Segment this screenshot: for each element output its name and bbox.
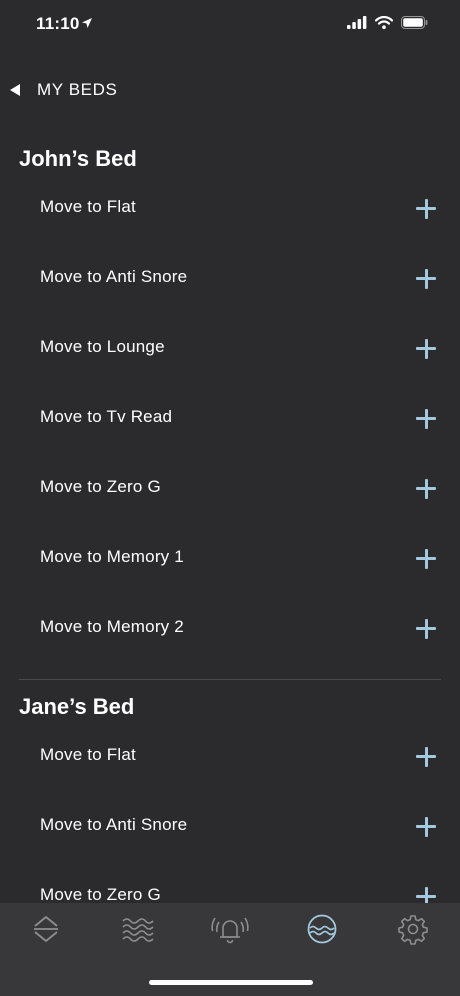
list-item[interactable]: Move to Anti Snore bbox=[0, 815, 460, 886]
list-item[interactable]: Move to Memory 1 bbox=[0, 547, 460, 618]
location-arrow-icon bbox=[82, 18, 92, 28]
plus-icon[interactable] bbox=[416, 817, 436, 837]
item-label: Move to Anti Snore bbox=[40, 267, 188, 286]
alarm-bell-icon bbox=[211, 917, 249, 944]
back-button-label: MY BEDS bbox=[37, 80, 118, 99]
wifi-icon bbox=[375, 16, 393, 29]
battery-icon bbox=[401, 16, 428, 29]
plus-icon[interactable] bbox=[416, 269, 436, 289]
list-item[interactable]: Move to Memory 2 bbox=[0, 617, 460, 688]
plus-icon[interactable] bbox=[416, 619, 436, 639]
tab-settings[interactable] bbox=[393, 909, 433, 949]
section-title: Jane’s Bed bbox=[19, 694, 135, 719]
massage-waves-icon bbox=[122, 918, 154, 942]
routines-icon bbox=[307, 914, 337, 944]
list-item[interactable]: Move to Tv Read bbox=[0, 407, 460, 478]
bed-section-john: John’s Bed Move to Flat Move to Anti Sno… bbox=[0, 136, 460, 639]
item-label: Move to Lounge bbox=[40, 337, 165, 356]
plus-icon[interactable] bbox=[416, 747, 436, 767]
tab-alarm[interactable] bbox=[210, 909, 250, 949]
list-item[interactable]: Move to Zero G bbox=[0, 477, 460, 548]
item-label: Move to Flat bbox=[40, 197, 136, 216]
tab-routines[interactable] bbox=[302, 909, 342, 949]
status-bar: 11:10 bbox=[0, 0, 460, 50]
position-arrows-icon bbox=[34, 916, 58, 942]
list-item[interactable]: Move to Flat bbox=[0, 197, 460, 268]
plus-icon[interactable] bbox=[416, 199, 436, 219]
plus-icon[interactable] bbox=[416, 479, 436, 499]
section-divider bbox=[0, 679, 460, 680]
item-label: Move to Memory 2 bbox=[40, 617, 184, 636]
tab-position[interactable] bbox=[26, 909, 66, 949]
plus-icon[interactable] bbox=[416, 339, 436, 359]
item-label: Move to Anti Snore bbox=[40, 815, 188, 834]
status-icons bbox=[347, 16, 428, 29]
plus-icon[interactable] bbox=[416, 549, 436, 569]
list-item[interactable]: Move to Flat bbox=[0, 745, 460, 816]
item-label: Move to Flat bbox=[40, 745, 136, 764]
item-label: Move to Memory 1 bbox=[40, 547, 184, 566]
bed-section-jane: Jane’s Bed Move to Flat Move to Anti Sno… bbox=[0, 684, 460, 907]
back-button[interactable]: MY BEDS bbox=[10, 80, 117, 100]
cellular-signal-icon bbox=[347, 16, 367, 29]
tab-massage[interactable] bbox=[118, 909, 158, 949]
item-label: Move to Zero G bbox=[40, 477, 161, 496]
list-item[interactable]: Move to Lounge bbox=[0, 337, 460, 408]
section-title: John’s Bed bbox=[19, 146, 137, 171]
item-label: Move to Tv Read bbox=[40, 407, 173, 426]
home-indicator[interactable] bbox=[149, 980, 313, 985]
header: MY BEDS bbox=[0, 70, 460, 110]
back-caret-icon bbox=[10, 84, 20, 96]
settings-gear-icon bbox=[398, 915, 428, 945]
list-item[interactable]: Move to Anti Snore bbox=[0, 267, 460, 338]
status-time: 11:10 bbox=[36, 14, 80, 33]
divider bbox=[19, 679, 441, 680]
plus-icon[interactable] bbox=[416, 409, 436, 429]
